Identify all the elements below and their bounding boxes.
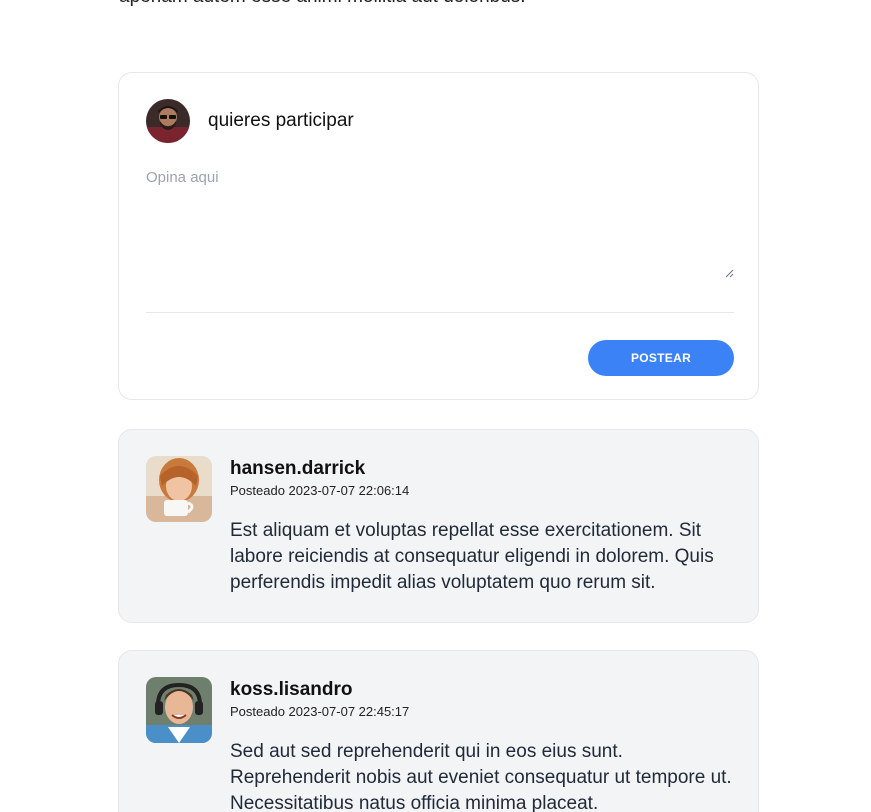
post-author-avatar [146,456,212,522]
post-username[interactable]: koss.lisandro [230,679,353,701]
resize-handle-icon[interactable] [724,268,734,278]
post-author-avatar [146,677,212,743]
composer-divider [146,312,734,313]
post-timestamp: Posteado 2023-07-07 22:06:14 [230,483,410,498]
composer-title: quieres participar [208,110,354,131]
post-body: Est aliquam et voluptas repellat esse ex… [230,520,714,593]
post-card: koss.lisandro Posteado 2023-07-07 22:45:… [118,650,759,812]
post-card: hansen.darrick Posteado 2023-07-07 22:06… [118,429,759,623]
current-user-avatar [146,99,190,143]
previous-post-text: aperiam autem esse animi mollitia aut do… [119,0,526,8]
post-composer: quieres participar POSTEAR [118,72,759,400]
post-button[interactable]: POSTEAR [588,340,734,376]
post-body: Sed aut sed reprehenderit qui in eos eiu… [230,741,732,812]
comment-textarea[interactable] [146,169,734,279]
post-timestamp: Posteado 2023-07-07 22:45:17 [230,704,410,719]
page: aperiam autem esse animi mollitia aut do… [0,0,871,812]
post-username[interactable]: hansen.darrick [230,458,365,480]
